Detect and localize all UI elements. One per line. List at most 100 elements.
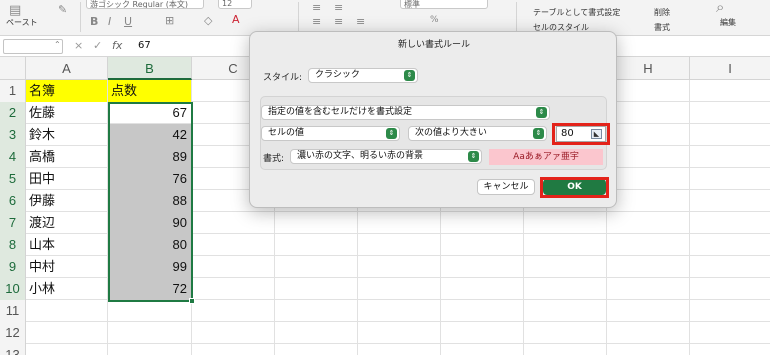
row-header[interactable]: 7 [0,212,26,234]
dialog-title: 新しい書式ルール [397,40,470,50]
ribbon-divider [298,2,299,32]
cell-a2[interactable]: 佐藤 [26,102,108,124]
column-header-h[interactable]: H [607,57,690,80]
new-formatting-rule-dialog: 新しい書式ルール スタイル: クラシック ⇕ 指定の値を含むセルだけを書式設定 … [249,31,617,208]
font-name-select[interactable]: 游ゴシック Regular (本文) [86,0,204,9]
cell-b6[interactable]: 88 [108,190,192,212]
cell-a10[interactable]: 小林 [26,278,108,300]
table-row: 9 中村 99 [0,256,770,278]
cell-a12[interactable] [26,322,108,344]
align-top-icon[interactable]: ≡ [312,2,321,13]
formula-input[interactable]: 67 [138,40,151,51]
cell-b13[interactable] [108,344,192,355]
cell-b7[interactable]: 90 [108,212,192,234]
cell-b10[interactable]: 72 [108,278,192,300]
chevron-updown-icon: ⇕ [468,151,479,162]
row-header[interactable]: 3 [0,124,26,146]
font-color-icon[interactable]: A [232,14,240,25]
paste-button[interactable]: ペースト [6,17,38,28]
rule-type-value: 指定の値を含むセルだけを書式設定 [268,107,413,117]
align-center-icon[interactable]: ≡ [334,16,343,27]
ribbon-divider [80,2,81,32]
cell-value-value: セルの値 [268,128,305,138]
table-row: 12 [0,322,770,344]
row-header[interactable]: 11 [0,300,26,322]
row-header[interactable]: 13 [0,344,26,355]
format-preview: Aaあぁアァ亜宇 [489,149,603,165]
cell-a8[interactable]: 山本 [26,234,108,256]
cell-b2[interactable]: 67 [108,102,192,124]
cell-a1[interactable]: 名簿 [26,80,108,102]
format-painter-icon[interactable]: ✎ [58,4,67,15]
number-format-select[interactable]: 標準 [400,0,488,9]
delete-button[interactable]: 削除 [654,7,670,18]
chevron-updown-icon: ⇕ [533,128,544,139]
italic-icon[interactable]: I [108,16,111,27]
function-icon[interactable]: fx [112,39,122,52]
row-header[interactable]: 12 [0,322,26,344]
cell-b8[interactable]: 80 [108,234,192,256]
name-box-dropdown-icon[interactable]: ⌃ [54,40,61,49]
cell-b1[interactable]: 点数 [108,80,192,102]
row-header[interactable]: 2 [0,102,26,124]
cell-a6[interactable]: 伊藤 [26,190,108,212]
cell-b12[interactable] [108,322,192,344]
operator-select[interactable]: 次の値より大きい ⇕ [408,126,547,141]
row-header[interactable]: 4 [0,146,26,168]
align-left-icon[interactable]: ≡ [312,16,321,27]
row-header[interactable]: 10 [0,278,26,300]
cell-a13[interactable] [26,344,108,355]
threshold-highlight [552,123,610,145]
select-all-corner[interactable] [0,57,26,80]
row-header[interactable]: 9 [0,256,26,278]
cell-b11[interactable] [108,300,192,322]
align-middle-icon[interactable]: ≡ [334,2,343,13]
row-header[interactable]: 6 [0,190,26,212]
cell-b3[interactable]: 42 [108,124,192,146]
format-select[interactable]: 濃い赤の文字、明るい赤の背景 ⇕ [290,149,482,164]
percent-icon[interactable]: % [430,16,439,25]
cell-value-select[interactable]: セルの値 ⇕ [261,126,400,141]
fill-color-icon[interactable]: ◇ [204,15,212,26]
cancel-icon[interactable]: × [74,39,83,52]
chevron-updown-icon: ⇕ [386,128,397,139]
column-header-i[interactable]: I [690,57,770,80]
paste-icon[interactable]: ▤ [9,4,21,17]
fill-handle[interactable] [189,298,195,304]
ok-highlight [540,177,609,198]
ribbon-divider [516,2,517,32]
align-right-icon[interactable]: ≡ [356,16,365,27]
search-icon[interactable]: ⌕ [716,0,724,15]
cell-b9[interactable]: 99 [108,256,192,278]
underline-icon[interactable]: U [124,16,132,27]
format-label: 書式: [263,154,285,164]
excel-window: ▤ ペースト ✎ 游ゴシック Regular (本文) 12 B I U ⊞ ◇… [0,0,770,355]
border-icon[interactable]: ⊞ [165,15,174,26]
bold-icon[interactable]: B [90,16,98,27]
rule-type-select[interactable]: 指定の値を含むセルだけを書式設定 ⇕ [261,105,550,120]
cell-a7[interactable]: 渡辺 [26,212,108,234]
row-header[interactable]: 8 [0,234,26,256]
cell-a5[interactable]: 田中 [26,168,108,190]
edit-button[interactable]: 編集 [720,17,736,28]
row-header[interactable]: 1 [0,80,26,102]
style-select-value: クラシック [315,70,360,80]
cancel-button[interactable]: キャンセル [477,179,535,195]
font-size-select[interactable]: 12 [218,0,252,9]
row-header[interactable]: 5 [0,168,26,190]
cell-a3[interactable]: 鈴木 [26,124,108,146]
table-row: 7 渡辺 90 [0,212,770,234]
cell-a4[interactable]: 高橋 [26,146,108,168]
column-header-a[interactable]: A [26,57,108,80]
style-select[interactable]: クラシック ⇕ [308,68,418,83]
format-select-value: 濃い赤の文字、明るい赤の背景 [297,151,424,161]
enter-icon[interactable]: ✓ [93,39,102,52]
cell-a9[interactable]: 中村 [26,256,108,278]
table-row: 8 山本 80 [0,234,770,256]
column-header-b[interactable]: B [108,57,192,80]
cell-a11[interactable] [26,300,108,322]
cell-b5[interactable]: 76 [108,168,192,190]
format-as-table-button[interactable]: テーブルとして書式設定 [533,7,620,18]
format-button[interactable]: 書式 [654,22,670,33]
cell-b4[interactable]: 89 [108,146,192,168]
